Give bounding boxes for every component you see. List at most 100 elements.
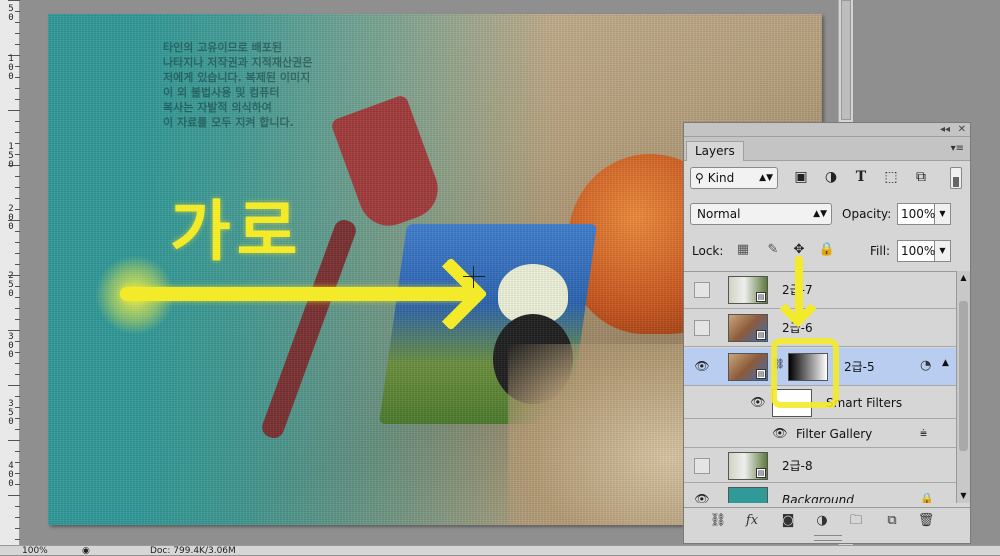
pixel-filter-icon[interactable]: ▣ — [792, 168, 810, 186]
ruler-tick — [8, 110, 20, 111]
ruler-digit: 0 — [8, 72, 14, 82]
adjustment-filter-icon[interactable]: ◑ — [822, 168, 840, 186]
annotation-arrow-head — [779, 290, 817, 328]
panel-menu-icon[interactable]: ▾≡ — [951, 143, 964, 154]
scrollbar-thumb[interactable] — [841, 0, 851, 120]
panel-resize-grip[interactable] — [814, 535, 842, 541]
filter-name[interactable]: Filter Gallery — [796, 426, 872, 442]
collapse-triangle-icon[interactable]: ▲ — [942, 358, 949, 368]
filter-toggle-switch[interactable] — [950, 167, 962, 189]
annotation-highlight-box — [771, 338, 839, 408]
filter-gallery-row[interactable]: 👁 Filter Gallery ⩧ — [684, 420, 956, 448]
layer-row[interactable]: ▤ 2급-7 — [684, 272, 956, 309]
status-bar: 100% ◉ Doc: 799.4K/3.06M — [0, 545, 1000, 556]
ruler-digit: 0 — [8, 222, 14, 232]
type-filter-icon[interactable]: T — [852, 168, 870, 186]
filter-row: ⚲ Kind ▲▼ ▣ ◑ T ⬚ ⧉ — [684, 163, 970, 195]
filter-options-icon[interactable]: ⩧ — [920, 426, 927, 441]
ruler-tick — [8, 440, 20, 441]
blend-row: Normal ▲▼ Opacity: 100% ▼ — [684, 199, 970, 231]
annotation-horizontal-text: 가로 — [170, 193, 304, 270]
lock-row: Lock: ▦ ✎ ✥ 🔒 Fill: 100% ▼ — [684, 236, 970, 268]
blend-mode-label: Normal — [697, 207, 741, 221]
smart-object-badge-icon: ▤ — [756, 292, 766, 302]
ruler-label: 250 — [7, 272, 15, 299]
smart-object-filter-icon[interactable]: ⧉ — [912, 168, 930, 186]
layer-name[interactable]: Background — [782, 492, 854, 503]
ruler-digit: 0 — [8, 417, 14, 427]
layer-name[interactable]: 2급-8 — [782, 458, 813, 474]
notice-line: 타인의 고유이므로 배포된 — [163, 41, 282, 54]
layer-row[interactable]: ▤ 2급-8 — [684, 449, 956, 483]
notice-line: 이 외 불법사용 및 컴퓨터 — [163, 86, 280, 99]
ruler-label: 200 — [7, 205, 15, 232]
ruler-digit: 0 — [8, 350, 14, 360]
ruler-label: 50 — [7, 5, 15, 23]
visibility-toggle[interactable] — [694, 320, 710, 336]
lock-all-icon[interactable]: 🔒 — [818, 241, 836, 259]
lock-transparency-icon[interactable]: ▦ — [734, 241, 752, 259]
crosshair-cursor-icon — [463, 266, 485, 288]
eye-icon[interactable]: 👁 — [694, 359, 710, 373]
ruler-digit: 0 — [8, 13, 14, 23]
ruler-label: 350 — [7, 400, 15, 427]
notice-line: 이 자료를 모두 지켜 합니다. — [163, 116, 294, 129]
ruler-tick — [8, 330, 20, 331]
filter-kind-select[interactable]: ⚲ Kind ▲▼ — [690, 167, 778, 189]
link-layers-icon[interactable]: ⛓ — [708, 512, 728, 530]
layers-panel: ◂◂ ✕ Layers ▾≡ ⚲ Kind ▲▼ ▣ ◑ T ⬚ ⧉ Normal ▲… — [683, 122, 971, 544]
ruler-label: 150 — [7, 143, 15, 170]
add-mask-icon[interactable]: ◙ — [778, 512, 798, 530]
notice-line: 나타지나 저작권과 지적재산권은 — [163, 56, 313, 69]
eye-icon[interactable]: 👁 — [694, 492, 710, 503]
blend-mode-select[interactable]: Normal ▲▼ — [690, 203, 832, 225]
ruler-digit: 0 — [8, 160, 14, 170]
fill-label: Fill: — [870, 244, 891, 258]
lock-icon: 🔒 — [920, 492, 934, 503]
layer-row[interactable]: 👁 Background 🔒 — [684, 484, 956, 503]
notice-line: 복사는 자발적 의식하여 — [163, 101, 272, 114]
ruler-label: 400 — [7, 462, 15, 489]
scrollbar-thumb[interactable] — [959, 301, 968, 451]
smart-object-badge-icon: ▤ — [756, 369, 766, 379]
ruler-digit: 0 — [8, 289, 14, 299]
ruler-tick — [8, 385, 20, 386]
search-icon: ⚲ — [695, 171, 704, 185]
ruler-digit: 0 — [8, 479, 14, 489]
shape-filter-icon[interactable]: ⬚ — [882, 168, 900, 186]
close-panel-icon[interactable]: ✕ — [958, 123, 966, 136]
collapse-panel-icon[interactable]: ◂◂ — [940, 123, 950, 136]
ruler-label: 100 — [7, 55, 15, 82]
new-layer-icon[interactable]: ⧉ — [882, 512, 902, 530]
opacity-input[interactable]: 100% — [897, 203, 935, 225]
eye-icon[interactable]: 👁 — [772, 426, 788, 440]
annotation-down-arrow — [779, 256, 817, 336]
visibility-toggle[interactable] — [694, 282, 710, 298]
layers-scrollbar[interactable]: ▲ ▼ — [956, 271, 970, 503]
scroll-down-icon[interactable]: ▼ — [957, 489, 970, 503]
delete-layer-icon[interactable]: 🗑 — [916, 512, 936, 530]
copyright-notice: 타인의 고유이므로 배포된나타지나 저작권과 지적재산권은저에게 있습니다. 복… — [163, 40, 312, 130]
ruler-label: 300 — [7, 333, 15, 360]
fx-icon[interactable]: fx — [742, 512, 762, 530]
panel-tabbar: Layers ▾≡ — [684, 137, 970, 161]
notice-line: 저에게 있습니다. 복제된 이미지 — [163, 71, 311, 84]
adjustment-layer-icon[interactable]: ◑ — [812, 512, 832, 530]
fill-dropdown-icon[interactable]: ▼ — [935, 240, 951, 262]
up-down-icon: ▲▼ — [759, 173, 773, 183]
filter-kind-label: Kind — [707, 171, 735, 185]
layer-name[interactable]: 2급-5 — [844, 359, 875, 375]
ruler-tick — [8, 0, 20, 1]
tab-layers[interactable]: Layers — [686, 141, 744, 161]
smart-object-icon: ◔ — [920, 358, 932, 373]
layers-bottom-bar: ⛓ fx ◙ ◑ 🗀 ⧉ 🗑 — [684, 507, 970, 533]
eye-icon[interactable]: 👁 — [750, 395, 766, 409]
smart-object-badge-icon: ▤ — [756, 468, 766, 478]
new-group-icon[interactable]: 🗀 — [846, 512, 866, 530]
opacity-dropdown-icon[interactable]: ▼ — [935, 203, 951, 225]
scroll-up-icon[interactable]: ▲ — [957, 271, 970, 285]
lock-pixels-icon[interactable]: ✎ — [764, 241, 782, 259]
fill-input[interactable]: 100% — [897, 240, 935, 262]
panel-title-strip[interactable]: ◂◂ ✕ — [684, 123, 970, 137]
visibility-toggle[interactable] — [694, 458, 710, 474]
